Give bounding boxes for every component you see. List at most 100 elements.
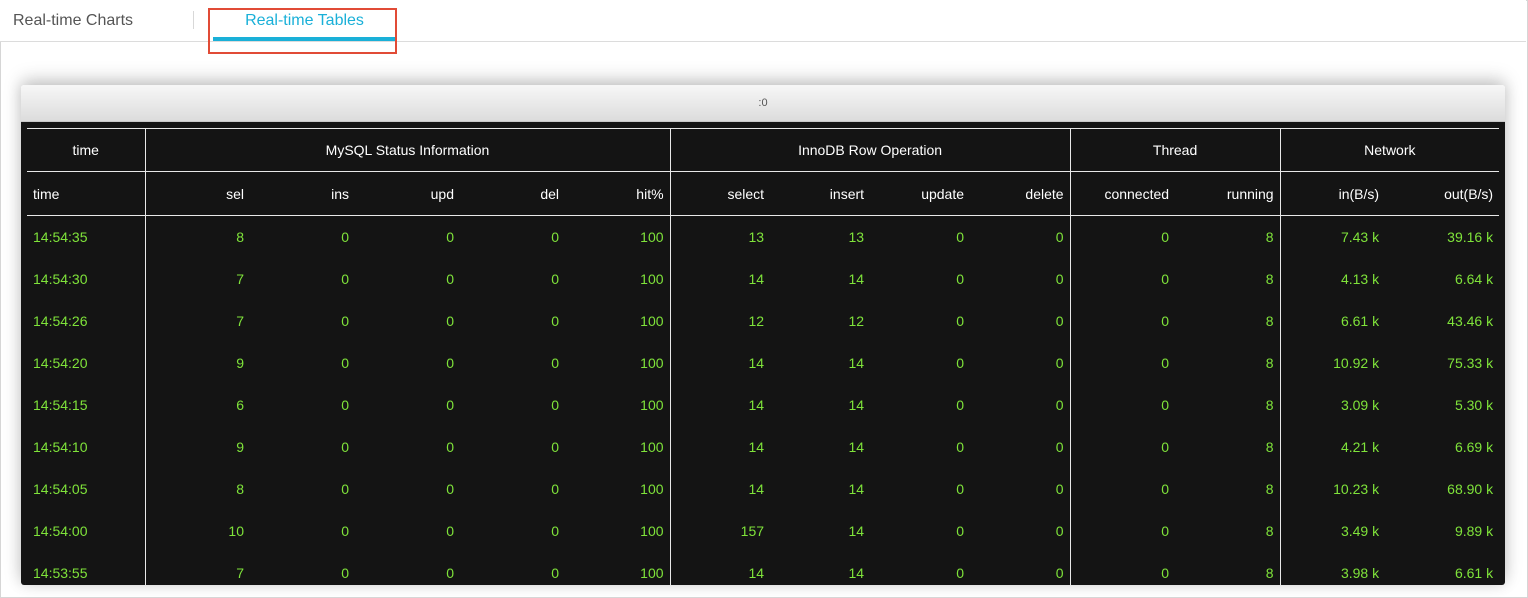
value-cell: 7 xyxy=(236,271,244,287)
column-header: sel xyxy=(145,171,250,216)
group-header-mysql: MySQL Status Information xyxy=(145,128,671,172)
value-cell: 0 xyxy=(970,426,1071,468)
value-cell: 0 xyxy=(1161,481,1170,497)
value-cell: 8 xyxy=(1175,510,1281,552)
value-cell: 8 xyxy=(1175,300,1281,342)
value-cell: 0 xyxy=(956,271,965,287)
value-cell: 0 xyxy=(956,565,965,581)
value-cell: 0 xyxy=(970,300,1071,342)
value-cell: 8 xyxy=(1175,342,1281,384)
value-cell: 100 xyxy=(565,300,671,342)
highlight-box xyxy=(208,8,397,54)
value-cell: 0 xyxy=(551,523,559,539)
value-cell: 14 xyxy=(848,355,865,371)
value-cell: 0 xyxy=(956,355,965,371)
value-cell: 6.64 k xyxy=(1454,271,1494,287)
group-header-time: time xyxy=(27,128,146,172)
value-cell: 7 xyxy=(236,565,244,581)
value-cell: 7.43 k xyxy=(1340,229,1380,245)
value-cell: 0 xyxy=(551,397,559,413)
value-cell: 0 xyxy=(956,313,965,329)
column-header: in(B/s) xyxy=(1280,171,1386,216)
column-header: hit% xyxy=(565,171,671,216)
column-header: upd xyxy=(355,171,460,216)
value-cell: 0 xyxy=(1161,523,1170,539)
value-cell: 0 xyxy=(341,229,349,245)
value-cell: 0 xyxy=(956,229,965,245)
column-header: del xyxy=(460,171,565,216)
table-row: 14:54:26 7 0 0 0 100 12 12 0 0 0 8 6.61 k 43.46 k xyxy=(27,300,1499,342)
value-cell: 13 xyxy=(848,229,865,245)
value-cell: 7 xyxy=(236,313,244,329)
value-cell: 14 xyxy=(848,565,865,581)
time-cell: 14:54:20 xyxy=(27,342,146,384)
tab-divider xyxy=(193,11,194,29)
time-cell: 14:54:26 xyxy=(27,300,146,342)
status-table: time MySQL Status Information InnoDB Row… xyxy=(27,128,1500,585)
value-cell: 10.92 k xyxy=(1333,355,1380,371)
value-cell: 3.49 k xyxy=(1340,523,1380,539)
value-cell: 14 xyxy=(848,481,865,497)
value-cell: 100 xyxy=(565,258,671,300)
value-cell: 0 xyxy=(446,397,454,413)
time-cell: 14:54:15 xyxy=(27,384,146,426)
value-cell: 6 xyxy=(236,397,244,413)
realtime-table-panel: :0 time MySQL Status Information InnoDB … xyxy=(21,85,1505,585)
table-row: 14:54:00 10 0 0 0 100 157 14 0 0 0 8 3.49 k 9.89 k xyxy=(27,510,1499,552)
column-header: running xyxy=(1175,171,1281,216)
value-cell: 0 xyxy=(1161,271,1170,287)
value-cell: 14 xyxy=(848,523,865,539)
table-row: 14:53:55 7 0 0 0 100 14 14 0 0 0 8 3.98 k 6.61 k xyxy=(27,552,1499,585)
group-header-row: time MySQL Status Information InnoDB Row… xyxy=(27,128,1500,172)
time-cell: 14:54:10 xyxy=(27,426,146,468)
table-row: 14:54:35 8 0 0 0 100 13 13 0 0 0 8 7.43 k 39.16 k xyxy=(27,215,1499,258)
value-cell: 0 xyxy=(956,523,965,539)
value-cell: 0 xyxy=(551,355,559,371)
value-cell: 8 xyxy=(1175,384,1281,426)
value-cell: 8 xyxy=(236,481,244,497)
value-cell: 9.89 k xyxy=(1454,523,1494,539)
value-cell: 0 xyxy=(446,313,454,329)
value-cell: 6.69 k xyxy=(1454,439,1494,455)
group-header-thread: Thread xyxy=(1070,128,1281,172)
value-cell: 3.09 k xyxy=(1340,397,1380,413)
group-header-network: Network xyxy=(1280,128,1500,172)
tab-real-time-charts[interactable]: Real-time Charts xyxy=(13,0,133,41)
value-cell: 0 xyxy=(551,229,559,245)
value-cell: 0 xyxy=(1161,565,1170,581)
column-header: delete xyxy=(970,171,1071,216)
value-cell: 10 xyxy=(228,523,244,539)
value-cell: 13 xyxy=(748,229,765,245)
value-cell: 12 xyxy=(748,313,765,329)
value-cell: 43.46 k xyxy=(1447,313,1494,329)
value-cell: 8 xyxy=(1175,215,1281,258)
value-cell: 14 xyxy=(748,565,765,581)
value-cell: 0 xyxy=(956,481,965,497)
value-cell: 8 xyxy=(236,229,244,245)
table-row: 14:54:30 7 0 0 0 100 14 14 0 0 0 8 4.13 k 6.64 k xyxy=(27,258,1499,300)
value-cell: 0 xyxy=(446,523,454,539)
value-cell: 100 xyxy=(565,552,671,585)
value-cell: 0 xyxy=(970,384,1071,426)
value-cell: 14 xyxy=(848,439,865,455)
panel-body[interactable]: time MySQL Status Information InnoDB Row… xyxy=(21,122,1505,585)
value-cell: 0 xyxy=(551,271,559,287)
value-cell: 39.16 k xyxy=(1447,229,1494,245)
time-cell: 14:54:35 xyxy=(27,215,146,258)
time-cell: 14:54:05 xyxy=(27,468,146,510)
value-cell: 157 xyxy=(740,523,765,539)
value-cell: 0 xyxy=(341,271,349,287)
value-cell: 100 xyxy=(565,426,671,468)
value-cell: 0 xyxy=(551,313,559,329)
table-row: 14:54:10 9 0 0 0 100 14 14 0 0 0 8 4.21 k 6.69 k xyxy=(27,426,1499,468)
value-cell: 0 xyxy=(1161,439,1170,455)
time-cell: 14:54:00 xyxy=(27,510,146,552)
value-cell: 0 xyxy=(956,397,965,413)
value-cell: 0 xyxy=(970,215,1071,258)
column-header: out(B/s) xyxy=(1385,171,1500,216)
value-cell: 68.90 k xyxy=(1447,481,1494,497)
value-cell: 0 xyxy=(970,342,1071,384)
value-cell: 0 xyxy=(551,565,559,581)
value-cell: 0 xyxy=(446,481,454,497)
value-cell: 14 xyxy=(848,397,865,413)
